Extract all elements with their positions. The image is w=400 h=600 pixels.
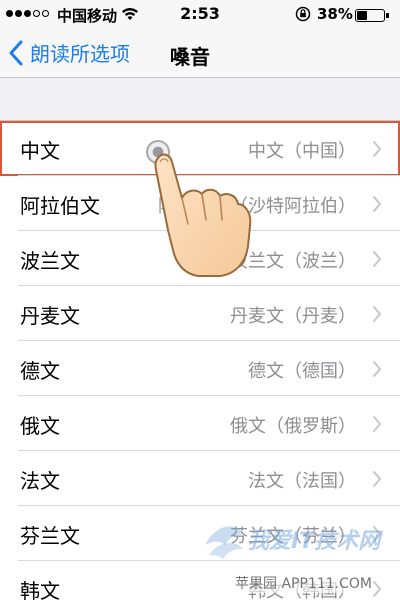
- chevron-left-icon: [9, 40, 23, 65]
- list-item-label: 阿拉伯文: [20, 194, 100, 218]
- chevron-right-icon: [373, 416, 382, 432]
- list-item-french[interactable]: 法文 法文（法国）: [0, 451, 400, 506]
- list-item-danish[interactable]: 丹麦文 丹麦文（丹麦）: [0, 286, 400, 341]
- chevron-right-icon: [373, 471, 382, 487]
- battery-fill: [357, 11, 367, 20]
- list-item-label: 波兰文: [20, 249, 80, 273]
- battery-percentage: 38%: [317, 5, 353, 23]
- list-item-korean[interactable]: 韩文 韩文（韩国）: [0, 561, 400, 600]
- list-item-value: 俄文（俄罗斯）: [230, 416, 356, 437]
- chevron-right-icon: [373, 526, 382, 542]
- chevron-right-icon: [373, 361, 382, 377]
- chevron-right-icon: [373, 251, 382, 267]
- list-item-label: 德文: [20, 359, 60, 383]
- list-item-label: 俄文: [20, 414, 60, 438]
- chevron-right-icon: [373, 141, 382, 157]
- rotation-lock-icon: [295, 6, 311, 22]
- navigation-bar: 朗读所选项 嗓音: [0, 30, 400, 78]
- list-item-label: 韩文: [20, 579, 60, 600]
- chevron-right-icon: [373, 196, 382, 212]
- back-button-label: 朗读所选项: [30, 42, 130, 66]
- pointing-hand-icon: [154, 153, 252, 277]
- list-item-value: 丹麦文（丹麦）: [230, 306, 356, 327]
- list-item-value: 德文（德国）: [248, 361, 356, 382]
- chevron-right-icon: [373, 306, 382, 322]
- list-item-value: 芬兰文（芬兰）: [230, 526, 356, 547]
- list-item-label: 丹麦文: [20, 304, 80, 328]
- list-item-value: 中文（中国）: [248, 141, 356, 162]
- list-item-label: 芬兰文: [20, 524, 80, 548]
- list-item-russian[interactable]: 俄文 俄文（俄罗斯）: [0, 396, 400, 451]
- voice-settings-screen: 中国移动 2:53 38% 朗读所选项 嗓音 中文 中文（中国） 阿拉伯文 阿拉…: [0, 0, 400, 600]
- list-item-german[interactable]: 德文 德文（德国）: [0, 341, 400, 396]
- battery-tip: [386, 13, 389, 18]
- list-item-value: 韩文（韩国）: [248, 581, 356, 600]
- list-item-label: 中文: [20, 139, 60, 163]
- list-item-value: 法文（法国）: [248, 471, 356, 492]
- back-button[interactable]: 朗读所选项: [8, 38, 130, 67]
- status-bar: 中国移动 2:53 38%: [0, 0, 400, 30]
- chevron-right-icon: [373, 581, 382, 597]
- list-item-label: 法文: [20, 469, 60, 493]
- battery-icon: [355, 9, 385, 22]
- list-item-finnish[interactable]: 芬兰文 芬兰文（芬兰）: [0, 506, 400, 561]
- page-title: 嗓音: [170, 45, 210, 69]
